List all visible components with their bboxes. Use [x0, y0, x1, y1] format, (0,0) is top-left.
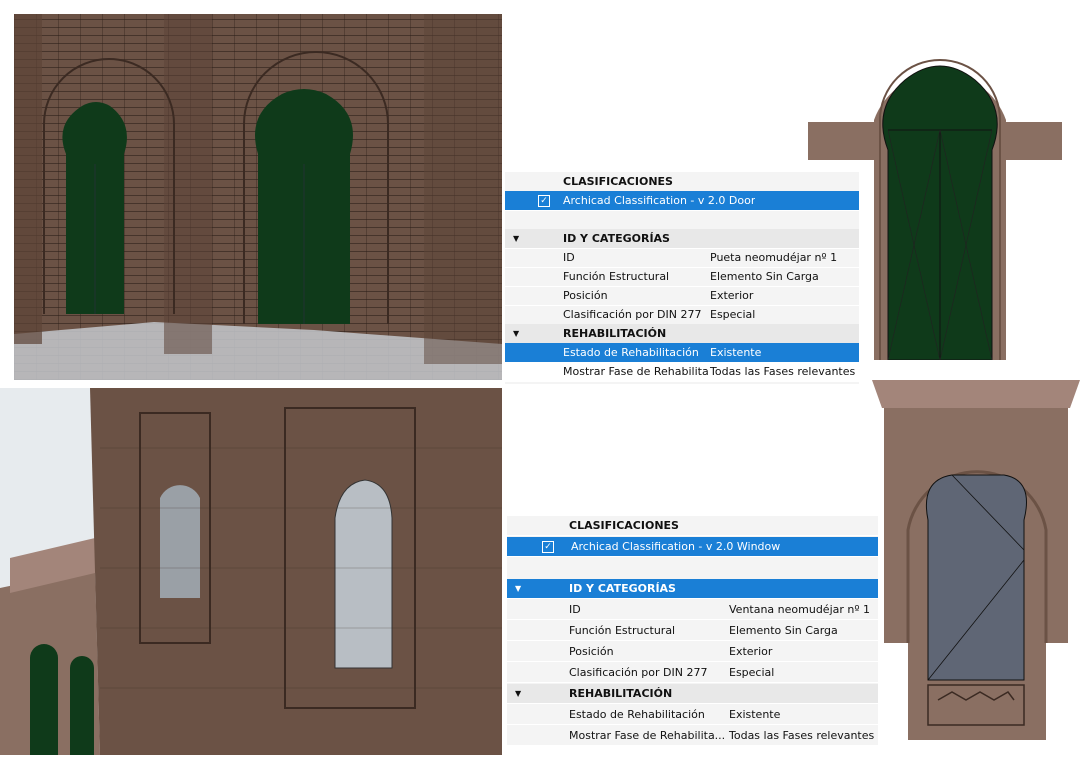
- id-categories-header[interactable]: ▼ ID Y CATEGORÍAS: [505, 229, 859, 249]
- window-elevation: [872, 380, 1080, 740]
- id-categories-header[interactable]: ▼ ID Y CATEGORÍAS: [507, 579, 878, 599]
- property-row[interactable]: ID Ventana neomudéjar nº 1: [507, 600, 878, 620]
- property-row[interactable]: Función Estructural Elemento Sin Carga: [507, 621, 878, 641]
- window-elevation-drawing: [872, 380, 1080, 740]
- triangle-down-icon[interactable]: ▼: [515, 684, 521, 703]
- property-row[interactable]: Clasificación por DIN 277 Especial: [505, 305, 859, 325]
- triangle-down-icon[interactable]: ▼: [515, 579, 521, 598]
- window-3d-view: [0, 388, 502, 755]
- door-properties-panel: CLASIFICACIONES ✓ Archicad Classificatio…: [505, 172, 859, 384]
- classifications-header: CLASIFICACIONES: [505, 172, 859, 192]
- property-row[interactable]: Posición Exterior: [505, 286, 859, 306]
- rehabilitation-header[interactable]: ▼ REHABILITACIÓN: [507, 684, 878, 704]
- door-facade-render: [14, 14, 502, 380]
- window-properties-panel: CLASIFICACIONES ✓ Archicad Classificatio…: [507, 516, 878, 746]
- checkbox-checked-icon[interactable]: ✓: [542, 541, 554, 553]
- rehabilitation-header[interactable]: ▼ REHABILITACIÓN: [505, 324, 859, 344]
- checkbox-checked-icon[interactable]: ✓: [538, 195, 550, 207]
- property-row[interactable]: Mostrar Fase de Rehabilita... Todas las …: [505, 362, 859, 382]
- triangle-down-icon[interactable]: ▼: [513, 324, 519, 343]
- property-row[interactable]: Estado de Rehabilitación Existente: [507, 705, 878, 725]
- door-3d-view: [14, 14, 502, 380]
- property-row[interactable]: ID Pueta neomudéjar nº 1: [505, 248, 859, 268]
- window-facade-render: [0, 388, 502, 755]
- property-row[interactable]: Clasificación por DIN 277 Especial: [507, 663, 878, 683]
- classifications-header: CLASIFICACIONES: [507, 516, 878, 536]
- property-row[interactable]: Función Estructural Elemento Sin Carga: [505, 267, 859, 287]
- classification-row[interactable]: ✓ Archicad Classification - v 2.0 Door: [505, 191, 859, 211]
- triangle-down-icon[interactable]: ▼: [513, 229, 519, 248]
- property-row-selected[interactable]: Estado de Rehabilitación Existente: [505, 343, 859, 363]
- property-row[interactable]: Posición Exterior: [507, 642, 878, 662]
- property-row[interactable]: Mostrar Fase de Rehabilita... Todas las …: [507, 726, 878, 746]
- classification-row[interactable]: ✓ Archicad Classification - v 2.0 Window: [507, 537, 878, 557]
